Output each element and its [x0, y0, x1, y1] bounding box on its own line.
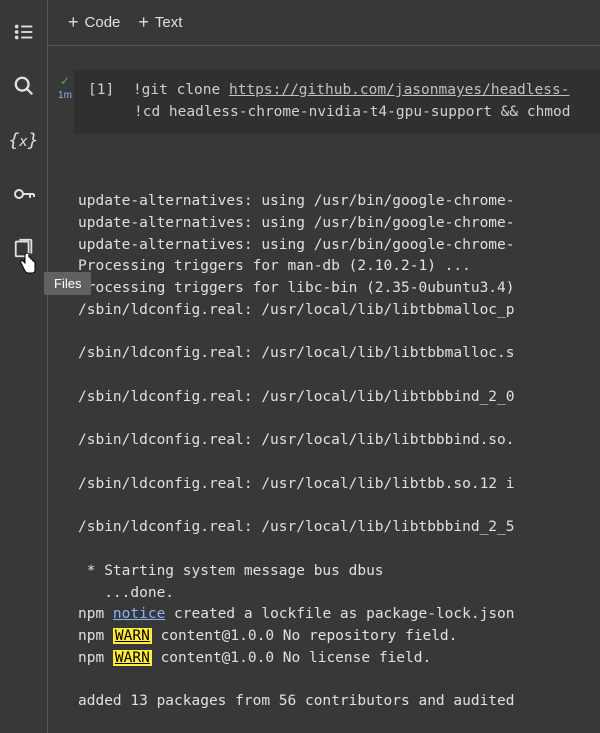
check-icon: ✓	[60, 74, 70, 88]
output-line: /sbin/ldconfig.real: /usr/local/lib/libt…	[78, 387, 600, 409]
output-line: /sbin/ldconfig.real: /usr/local/lib/libt…	[78, 343, 600, 365]
output-line: added 13 packages from 56 contributors a…	[78, 691, 600, 713]
output-line: Processing triggers for man-db (2.10.2-1…	[78, 256, 600, 278]
plus-icon: +	[138, 12, 149, 33]
code-cell[interactable]: ✓ 1m [1] !git clone https://github.com/j…	[48, 70, 600, 134]
output-line: npm WARN content@1.0.0 No license field.	[78, 648, 600, 670]
output-line	[78, 496, 600, 518]
search-icon[interactable]	[12, 74, 36, 98]
code-editor[interactable]: [1] !git clone https://github.com/jasonm…	[74, 70, 600, 134]
output-line: update-alternatives: using /usr/bin/goog…	[78, 235, 600, 257]
variables-icon[interactable]: {x}	[12, 128, 36, 152]
output-line	[78, 713, 600, 733]
output-line: /sbin/ldconfig.real: /usr/local/lib/libt…	[78, 300, 600, 322]
code-text: !cd headless-chrome-nvidia-t4-gpu-suppor…	[134, 104, 571, 120]
output-line: * Starting system message bus dbus	[78, 561, 600, 583]
output-line	[78, 365, 600, 387]
output-line	[78, 322, 600, 344]
toolbar: + Code + Text	[48, 0, 600, 46]
output-line: update-alternatives: using /usr/bin/goog…	[78, 213, 600, 235]
add-text-button[interactable]: + Text	[138, 12, 182, 33]
plus-icon: +	[68, 12, 79, 33]
output-line	[78, 670, 600, 692]
output-line: /sbin/ldconfig.real: /usr/local/lib/libt…	[78, 474, 600, 496]
output-line: Processing triggers for libc-bin (2.35-0…	[78, 278, 600, 300]
left-rail: {x} Files	[0, 0, 48, 733]
output-line	[78, 452, 600, 474]
cell-output: update-alternatives: using /usr/bin/goog…	[48, 134, 600, 733]
add-code-label: Code	[85, 14, 121, 31]
files-icon[interactable]	[12, 236, 36, 260]
output-line: npm notice created a lockfile as package…	[78, 604, 600, 626]
code-url: https://github.com/jasonmayes/headless-	[229, 82, 569, 98]
main-area: + Code + Text ✓ 1m [1] !git clone https:…	[48, 0, 600, 733]
output-line	[78, 409, 600, 431]
output-line: update-alternatives: using /usr/bin/goog…	[78, 191, 600, 213]
output-line: /sbin/ldconfig.real: /usr/local/lib/libt…	[78, 517, 600, 539]
output-line: npm WARN content@1.0.0 No repository fie…	[78, 626, 600, 648]
add-text-label: Text	[155, 14, 183, 31]
output-line: ...done.	[78, 583, 600, 605]
files-tooltip: Files	[44, 272, 91, 295]
notebook-content: ✓ 1m [1] !git clone https://github.com/j…	[48, 46, 600, 733]
cell-gutter: ✓ 1m	[56, 70, 74, 134]
output-line: /sbin/ldconfig.real: /usr/local/lib/libt…	[78, 430, 600, 452]
exec-time: 1m	[58, 90, 72, 101]
cell-prompt: [1]	[88, 82, 114, 98]
add-code-button[interactable]: + Code	[68, 12, 120, 33]
code-text: !git clone	[133, 82, 229, 98]
secrets-icon[interactable]	[12, 182, 36, 206]
output-line	[78, 539, 600, 561]
toc-icon[interactable]	[12, 20, 36, 44]
